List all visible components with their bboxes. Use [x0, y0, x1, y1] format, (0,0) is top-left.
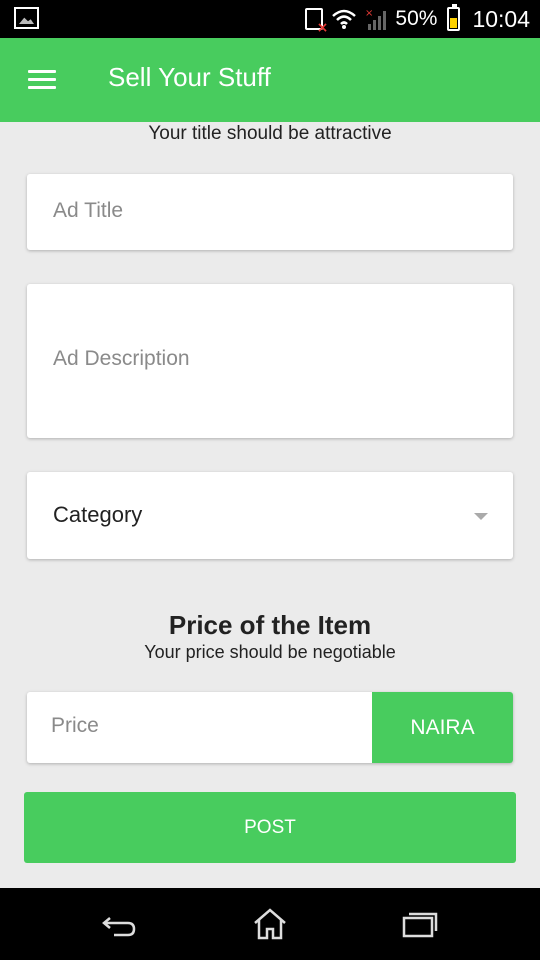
price-input[interactable]: Price	[27, 692, 372, 763]
menu-icon[interactable]	[28, 70, 56, 90]
category-label: Category	[53, 502, 143, 527]
svg-text:×: ×	[365, 8, 373, 19]
recent-apps-icon[interactable]	[400, 906, 440, 942]
ad-description-placeholder: Ad Description	[53, 347, 190, 370]
price-placeholder: Price	[51, 714, 99, 737]
battery-percentage: 50%	[395, 7, 438, 30]
dropdown-arrow-icon	[474, 513, 488, 520]
price-input-row: Price NAIRA	[27, 692, 513, 763]
currency-button[interactable]: NAIRA	[372, 692, 513, 763]
signal-icon: ×	[365, 8, 387, 30]
gallery-notification-icon	[14, 7, 39, 29]
navigation-bar	[0, 888, 540, 960]
ad-description-input[interactable]: Ad Description	[27, 284, 513, 438]
ad-title-placeholder: Ad Title	[53, 199, 124, 222]
price-hint: Your price should be negotiable	[144, 642, 396, 662]
sim-card-icon	[305, 8, 328, 36]
price-heading: Price of the Item	[168, 610, 372, 640]
status-icons: × 50% 10:04	[305, 0, 530, 38]
wifi-icon	[332, 9, 357, 29]
back-icon[interactable]	[100, 906, 140, 942]
app-bar: Sell Your Stuff	[0, 38, 540, 122]
page-title: Sell Your Stuff	[108, 62, 271, 92]
status-bar: × 50% 10:04	[0, 0, 540, 38]
battery-icon	[447, 4, 461, 31]
title-hint: Your title should be attractive	[148, 123, 392, 144]
clock: 10:04	[472, 5, 530, 32]
category-select[interactable]: Category	[27, 472, 513, 559]
home-icon[interactable]	[250, 906, 290, 942]
post-button[interactable]: POST	[24, 792, 516, 863]
ad-title-input[interactable]: Ad Title	[27, 174, 513, 250]
